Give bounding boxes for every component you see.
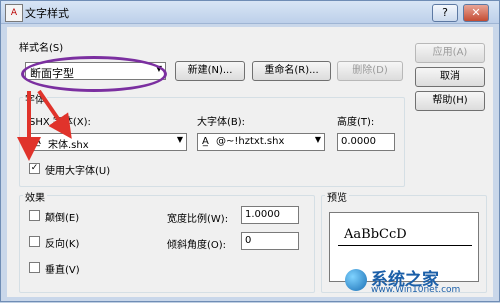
delete-style-button[interactable]: 删除(D) (337, 61, 403, 81)
font-icon: A̲ (34, 136, 41, 147)
font-group-label: 字体 (23, 91, 47, 106)
shx-font-value: 宋体.shx (48, 140, 89, 151)
use-bigfont-label: 使用大字体(U) (45, 166, 111, 177)
globe-icon (345, 269, 367, 291)
title-bar: A 文字样式 ? ✕ (1, 1, 499, 24)
window-title: 文字样式 (25, 7, 69, 20)
big-font-dropdown[interactable]: A̲ @~!hztxt.shx ▼ (197, 133, 325, 151)
preview-group-label: 预览 (325, 189, 349, 204)
style-name-label: 样式名(S) (19, 43, 64, 54)
rename-style-button[interactable]: 重命名(R)... (252, 61, 331, 81)
text-style-dialog: A 文字样式 ? ✕ 样式名(S) 断面字型 ▼ 新建(N)... 重命名(R)… (0, 0, 500, 302)
apply-button[interactable]: 应用(A) (415, 43, 485, 63)
close-button[interactable]: ✕ (463, 4, 489, 22)
chevron-down-icon: ▼ (176, 135, 183, 144)
help-title-button[interactable]: ? (432, 4, 458, 22)
backwards-checkbox[interactable] (29, 236, 40, 247)
chevron-down-icon: ▼ (314, 135, 321, 144)
effects-group-label: 效果 (23, 189, 47, 204)
app-icon: A (5, 4, 23, 22)
width-factor-label: 宽度比例(W): (167, 214, 229, 225)
highlight-ellipse (21, 56, 167, 92)
upside-down-label: 颠倒(E) (45, 213, 80, 224)
height-label: 高度(T): (337, 117, 375, 128)
backwards-label: 反向(K) (45, 239, 80, 250)
shx-font-label: SHX 字体(X): (29, 117, 91, 128)
cancel-button[interactable]: 取消 (415, 67, 485, 87)
help-button[interactable]: 帮助(H) (415, 91, 485, 111)
height-input[interactable]: 0.0000 (337, 133, 395, 151)
vertical-label: 垂直(V) (45, 265, 80, 276)
big-font-value: @~!hztxt.shx (216, 136, 285, 147)
big-font-label: 大字体(B): (197, 117, 246, 128)
oblique-angle-input[interactable]: 0 (241, 232, 299, 250)
use-bigfont-checkbox[interactable]: ✓ (29, 163, 40, 174)
watermark-logo: 系统之家 www.Win10net.com (337, 263, 487, 297)
width-factor-input[interactable]: 1.0000 (241, 206, 299, 224)
shx-font-dropdown[interactable]: A̲ 宋体.shx ▼ (29, 133, 187, 151)
font-icon: A̲ (202, 136, 209, 147)
new-style-button[interactable]: 新建(N)... (175, 61, 245, 81)
vertical-checkbox[interactable] (29, 262, 40, 273)
oblique-angle-label: 倾斜角度(O): (167, 240, 227, 251)
upside-down-checkbox[interactable] (29, 210, 40, 221)
preview-sample: AaBbCcD (344, 227, 407, 242)
watermark-url: www.Win10net.com (371, 285, 461, 295)
preview-baseline (338, 245, 472, 246)
